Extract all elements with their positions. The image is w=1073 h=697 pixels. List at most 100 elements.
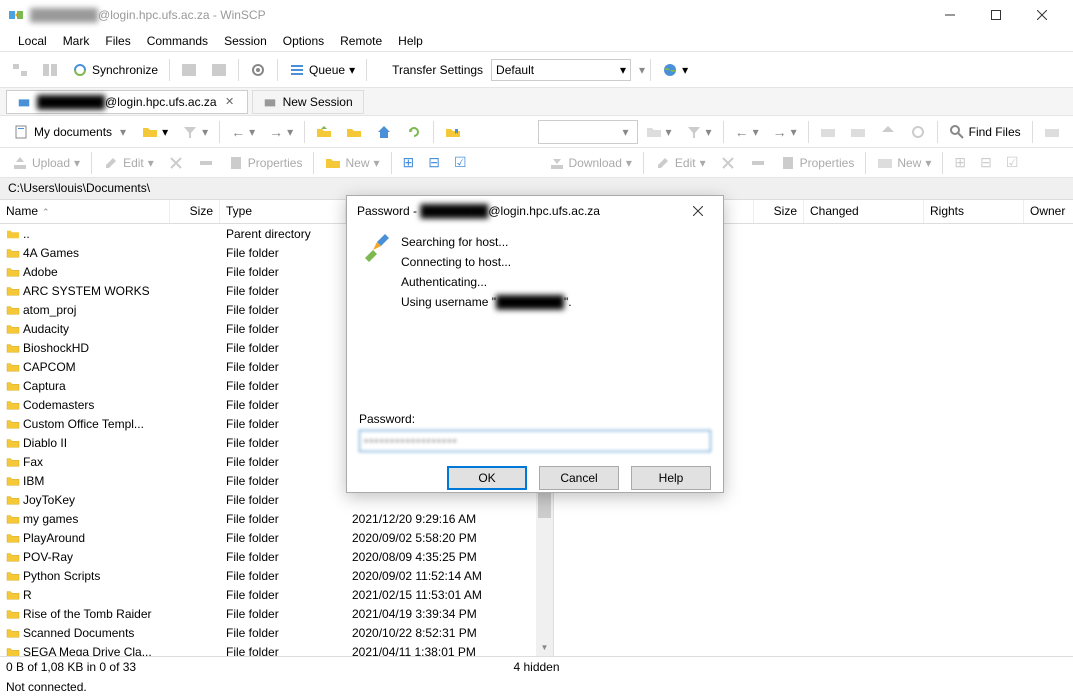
- menu-options[interactable]: Options: [275, 32, 332, 50]
- check-button[interactable]: ☑: [448, 150, 473, 176]
- bookmark-button[interactable]: [439, 119, 467, 145]
- remote-home-button[interactable]: [874, 119, 902, 145]
- maximize-button[interactable]: [973, 0, 1019, 30]
- settings-button[interactable]: [244, 57, 272, 83]
- edit-button[interactable]: Edit ▾: [97, 150, 160, 176]
- remote-new-button[interactable]: New ▾: [871, 150, 937, 176]
- window-title: ████████@login.hpc.ufs.ac.za - WinSCP: [30, 8, 927, 22]
- rename-button[interactable]: [192, 150, 220, 176]
- parent-dir-button[interactable]: [310, 119, 338, 145]
- search-icon: [949, 124, 965, 140]
- home-button[interactable]: [370, 119, 398, 145]
- col-type[interactable]: Type: [220, 200, 346, 223]
- remote-edit-button[interactable]: Edit ▾: [649, 150, 712, 176]
- remote-properties-button[interactable]: Properties: [774, 150, 861, 176]
- menu-mark[interactable]: Mark: [55, 32, 98, 50]
- remote-filter-button[interactable]: ▾: [680, 119, 718, 145]
- app-icon: [8, 7, 24, 23]
- session-tab-active[interactable]: ████████@login.hpc.ufs.ac.za ✕: [6, 90, 248, 114]
- remote-dir-selector[interactable]: ▾: [538, 120, 638, 144]
- remote-refresh-button[interactable]: [904, 119, 932, 145]
- col-size[interactable]: Size: [170, 200, 220, 223]
- menu-help[interactable]: Help: [390, 32, 431, 50]
- forward-button[interactable]: →▾: [263, 119, 299, 145]
- new-button[interactable]: New ▾: [319, 150, 385, 176]
- console-button[interactable]: [175, 57, 203, 83]
- compare-button[interactable]: [36, 57, 64, 83]
- file-row[interactable]: SEGA Mega Drive Cla...File folder2021/04…: [0, 642, 536, 656]
- local-dir-selector[interactable]: My documents ▾: [6, 120, 134, 144]
- file-row[interactable]: Python ScriptsFile folder2020/09/02 11:5…: [0, 566, 536, 585]
- refresh-icon: [406, 124, 422, 140]
- menu-files[interactable]: Files: [97, 32, 138, 50]
- col-owner-remote[interactable]: Owner: [1024, 200, 1073, 223]
- file-row[interactable]: POV-RayFile folder2020/08/09 4:35:25 PM: [0, 547, 536, 566]
- remote-bookmark-button[interactable]: [1038, 119, 1066, 145]
- back-button[interactable]: ←▾: [225, 119, 261, 145]
- col-rights-remote[interactable]: Rights: [924, 200, 1024, 223]
- main-toolbar: Synchronize Queue ▾ Transfer Settings De…: [0, 52, 1073, 88]
- properties-icon: [228, 155, 244, 171]
- dialog-close-button[interactable]: [683, 196, 713, 226]
- globe-button[interactable]: ▾: [656, 57, 694, 83]
- password-label: Password:: [359, 412, 711, 426]
- file-row[interactable]: Rise of the Tomb RaiderFile folder2021/0…: [0, 604, 536, 623]
- sync-browse-button[interactable]: [6, 57, 34, 83]
- upload-button[interactable]: Upload ▾: [6, 150, 86, 176]
- folder-up-icon: [316, 124, 332, 140]
- open-dir-button[interactable]: ▾: [136, 119, 174, 145]
- cancel-button[interactable]: Cancel: [539, 466, 619, 490]
- download-button[interactable]: Download ▾: [543, 150, 638, 176]
- delete-button[interactable]: [162, 150, 190, 176]
- refresh-button[interactable]: [400, 119, 428, 145]
- root-dir-button[interactable]: [340, 119, 368, 145]
- menu-commands[interactable]: Commands: [139, 32, 216, 50]
- filter-button[interactable]: ▾: [176, 119, 214, 145]
- session-icon: [17, 95, 31, 109]
- folder-root-icon: [346, 124, 362, 140]
- minimize-button[interactable]: [927, 0, 973, 30]
- plus-button[interactable]: ⊞: [397, 150, 421, 176]
- nav-toolbar: My documents ▾ ▾ ▾ ←▾ →▾ ▾ ▾ ▾ ←▾ →▾ Fin…: [0, 116, 1073, 148]
- new-session-tab[interactable]: New Session: [252, 90, 364, 114]
- remote-back-button[interactable]: ←▾: [729, 119, 765, 145]
- minus-button[interactable]: ⊟: [422, 150, 446, 176]
- transfer-settings-select[interactable]: Default▾: [491, 59, 631, 81]
- menubar: LocalMarkFilesCommandsSessionOptionsRemo…: [0, 30, 1073, 52]
- queue-button[interactable]: Queue ▾: [283, 57, 361, 83]
- col-name[interactable]: Name⌃: [0, 200, 170, 223]
- remote-parent-button[interactable]: [814, 119, 842, 145]
- file-row[interactable]: PlayAroundFile folder2020/09/02 5:58:20 …: [0, 528, 536, 547]
- scroll-down-button[interactable]: ▼: [536, 639, 553, 656]
- file-row[interactable]: RFile folder2021/02/15 11:53:01 AM: [0, 585, 536, 604]
- session-button[interactable]: [205, 57, 233, 83]
- password-dialog: Password - ████████@login.hpc.ufs.ac.za …: [346, 195, 724, 493]
- file-row[interactable]: Scanned DocumentsFile folder2020/10/22 8…: [0, 623, 536, 642]
- ok-button[interactable]: OK: [447, 466, 527, 490]
- remote-rename-button[interactable]: [744, 150, 772, 176]
- menu-local[interactable]: Local: [10, 32, 55, 50]
- menu-remote[interactable]: Remote: [332, 32, 390, 50]
- col-changed-remote[interactable]: Changed: [804, 200, 924, 223]
- folder-open-icon: [142, 124, 158, 140]
- password-input[interactable]: [359, 430, 711, 452]
- dialog-messages: Searching for host... Connecting to host…: [401, 232, 711, 312]
- properties-button[interactable]: Properties: [222, 150, 309, 176]
- tab-close-button[interactable]: ✕: [223, 95, 237, 109]
- file-row[interactable]: my gamesFile folder2021/12/20 9:29:16 AM: [0, 509, 536, 528]
- remote-minus-button[interactable]: ⊟: [974, 150, 998, 176]
- status-bar: 0 B of 1,08 KB in 0 of 33 4 hidden Not c…: [0, 656, 1073, 696]
- synchronize-button[interactable]: Synchronize: [66, 57, 164, 83]
- remote-plus-button[interactable]: ⊞: [948, 150, 972, 176]
- menu-session[interactable]: Session: [216, 32, 275, 50]
- close-button[interactable]: [1019, 0, 1065, 30]
- help-button[interactable]: Help: [631, 466, 711, 490]
- remote-open-dir-button[interactable]: ▾: [640, 119, 678, 145]
- col-size-remote[interactable]: Size: [754, 200, 804, 223]
- remote-delete-button[interactable]: [714, 150, 742, 176]
- find-files-button[interactable]: Find Files: [943, 119, 1027, 145]
- remote-check-button[interactable]: ☑: [1000, 150, 1025, 176]
- status-connection: Not connected.: [0, 677, 1073, 697]
- remote-root-button[interactable]: [844, 119, 872, 145]
- remote-forward-button[interactable]: →▾: [767, 119, 803, 145]
